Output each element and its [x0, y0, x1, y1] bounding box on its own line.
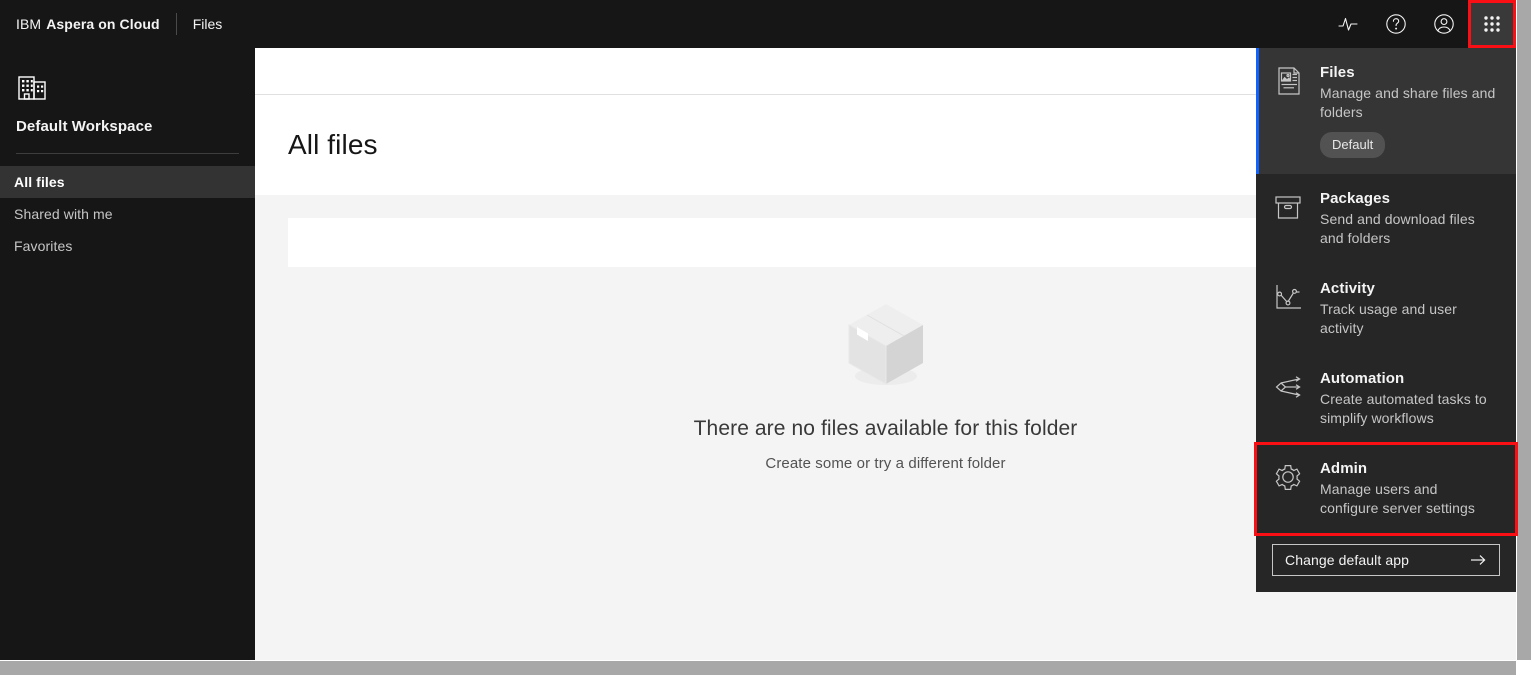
packages-box-icon [1272, 191, 1304, 223]
app-title: Admin [1320, 460, 1368, 477]
app-description: Send and download files and folders [1320, 211, 1475, 246]
admin-gear-icon [1272, 461, 1304, 493]
horizontal-scrollbar-thumb[interactable] [0, 661, 1524, 675]
app-switcher-item-packages[interactable]: Packages Send and download files and fol… [1256, 174, 1516, 264]
automation-flow-icon [1272, 371, 1304, 403]
default-badge: Default [1320, 132, 1386, 158]
app-switcher-item-text: Packages Send and download files and fol… [1320, 190, 1500, 248]
top-header: IBM Aspera on Cloud Files [0, 0, 1516, 48]
workspace-name: Default Workspace [16, 118, 153, 135]
change-default-app-label: Change default app [1285, 552, 1410, 568]
app-title: Automation [1320, 370, 1405, 387]
sidebar-item-label: Favorites [14, 238, 73, 254]
brand-logo[interactable]: IBM Aspera on Cloud [0, 0, 176, 48]
vertical-scrollbar[interactable] [1516, 0, 1532, 660]
sidebar-item-label: Shared with me [14, 206, 113, 222]
sidebar-item-label: All files [14, 174, 65, 190]
header-nav-files[interactable]: Files [177, 0, 239, 48]
app-switcher-item-text: Activity Track usage and user activity [1320, 280, 1500, 338]
app-switcher-item-text: Automation Create automated tasks to sim… [1320, 370, 1500, 428]
horizontal-scrollbar[interactable] [0, 660, 1532, 676]
scrollbar-corner [1516, 660, 1532, 676]
help-button[interactable] [1372, 0, 1420, 48]
user-account-icon [1433, 13, 1455, 35]
app-description: Manage users and configure server settin… [1320, 481, 1476, 516]
app-title: Activity [1320, 280, 1375, 297]
left-sidebar: Default Workspace All files Shared with … [0, 48, 255, 660]
app-root: IBM Aspera on Cloud Files Default Worksp… [0, 0, 1532, 676]
app-switcher-button[interactable] [1468, 0, 1516, 48]
app-title: Packages [1320, 190, 1391, 207]
app-switcher-item-admin[interactable]: Admin Manage users and configure server … [1254, 442, 1518, 536]
brand-product-name: Aspera on Cloud [46, 16, 160, 32]
sidebar-item-all-files[interactable]: All files [0, 166, 255, 198]
sidebar-divider [16, 153, 239, 154]
sidebar-nav: All files Shared with me Favorites [0, 166, 255, 262]
app-switcher-item-files[interactable]: Files Manage and share files and folders… [1256, 48, 1516, 174]
app-switcher-panel: Files Manage and share files and folders… [1254, 48, 1518, 592]
empty-state-subtitle: Create some or try a different folder [765, 455, 1006, 472]
sidebar-item-shared-with-me[interactable]: Shared with me [0, 198, 255, 230]
brand-prefix: IBM [16, 16, 42, 32]
app-description: Create automated tasks to simplify workf… [1320, 391, 1487, 426]
app-description: Track usage and user activity [1320, 301, 1457, 336]
app-switcher-item-automation[interactable]: Automation Create automated tasks to sim… [1256, 354, 1516, 444]
app-switcher-item-text: Files Manage and share files and folders… [1320, 64, 1500, 158]
sidebar-item-favorites[interactable]: Favorites [0, 230, 255, 262]
app-switcher-item-activity[interactable]: Activity Track usage and user activity [1256, 264, 1516, 354]
help-question-icon [1385, 13, 1407, 35]
workspace-block: Default Workspace [0, 48, 255, 135]
app-switcher-grid-icon [1482, 14, 1502, 34]
user-account-button[interactable] [1420, 0, 1468, 48]
buildings-icon [16, 70, 50, 104]
app-switcher-footer: Change default app [1256, 534, 1516, 592]
vertical-scrollbar-thumb[interactable] [1517, 0, 1531, 660]
app-title: Files [1320, 64, 1355, 81]
activity-chart-icon [1272, 281, 1304, 313]
page-title: All files [288, 129, 378, 160]
empty-state-title: There are no files available for this fo… [693, 417, 1078, 440]
files-document-image-icon [1272, 65, 1304, 97]
arrow-right-icon [1469, 551, 1487, 569]
activity-pulse-icon [1337, 13, 1359, 35]
change-default-app-button[interactable]: Change default app [1272, 544, 1500, 576]
empty-box-icon [844, 300, 928, 392]
activity-pulse-button[interactable] [1324, 0, 1372, 48]
app-description: Manage and share files and folders [1320, 85, 1496, 120]
app-switcher-item-text: Admin Manage users and configure server … [1320, 460, 1500, 518]
